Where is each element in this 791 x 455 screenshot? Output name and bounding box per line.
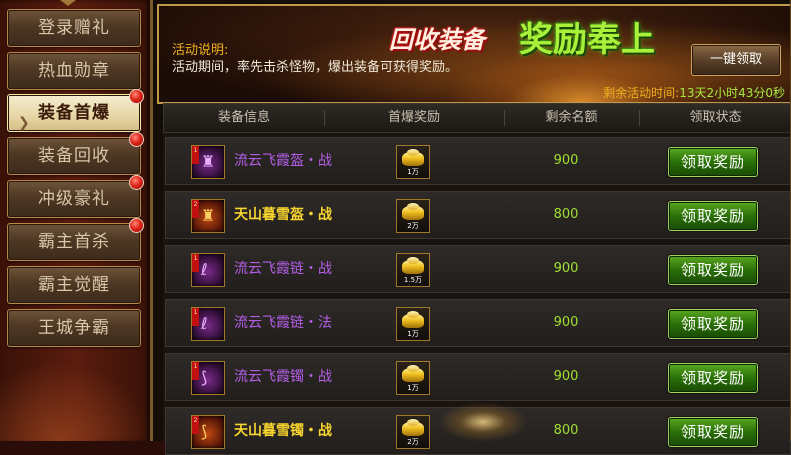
equipment-name: 流云飞霞盔・战 xyxy=(234,153,332,169)
active-arrow-icon: ❯ xyxy=(18,115,31,131)
reward-quantity: 1万 xyxy=(407,384,419,392)
sidebar-item-level-gift[interactable]: 冲级豪礼 xyxy=(7,175,144,218)
reward-quantity: 1万 xyxy=(407,168,419,176)
claim-reward-button[interactable]: 领取奖励 xyxy=(668,201,758,231)
gold-ingot-icon[interactable]: 1万 xyxy=(396,361,430,395)
main-panel: 回收装备 奖励奉上 活动说明: 活动期间，率先击杀怪物，爆出装备可获得奖励。 一… xyxy=(150,0,791,455)
rank-tag: 1 xyxy=(192,146,199,164)
remaining-slots: 800 xyxy=(553,207,579,222)
table-row: 1 ⟆ 流云飞霞镯・战 1万 900 领取奖励 xyxy=(165,353,791,401)
rank-tag: 2 xyxy=(192,200,199,218)
equipment-icon[interactable]: 1 ℓ xyxy=(191,253,225,287)
sidebar-decoration xyxy=(0,361,150,441)
remaining-slots: 900 xyxy=(553,153,579,168)
claim-reward-button[interactable]: 领取奖励 xyxy=(668,255,758,285)
event-banner: 回收装备 奖励奉上 活动说明: 活动期间，率先击杀怪物，爆出装备可获得奖励。 一… xyxy=(157,4,791,104)
equipment-icon[interactable]: 1 ♜ xyxy=(191,145,225,179)
banner-title-recycle: 回收装备 xyxy=(389,26,485,54)
equipment-name: 天山暮雪镯・战 xyxy=(234,423,332,439)
notification-dot-icon xyxy=(129,89,144,104)
necklace-icon: ℓ xyxy=(201,260,208,279)
scroll-up-arrow-icon[interactable] xyxy=(60,0,76,6)
necklace-icon: ℓ xyxy=(201,314,208,333)
activity-description: 活动期间，率先击杀怪物，爆出装备可获得奖励。 xyxy=(172,60,459,75)
column-header-status: 领取状态 xyxy=(689,110,742,125)
reward-quantity: 2万 xyxy=(407,438,419,446)
notification-dot-icon xyxy=(129,218,144,233)
equipment-name: 天山暮雪盔・战 xyxy=(234,207,332,223)
ingot-top xyxy=(407,149,419,156)
column-header-reward: 首爆奖励 xyxy=(387,110,440,125)
sidebar: 登录赠礼 热血勋章 ❯ 装备首爆 装备回收 冲级豪礼 霸主首杀 霸主觉醒 王城争… xyxy=(0,0,150,441)
rank-tag: 1 xyxy=(192,308,199,326)
first-drop-table: 装备信息 首爆奖励 剩余名额 领取状态 1 ♜ 流云飞霞盔・战 1万 900 领… xyxy=(163,103,791,455)
equipment-icon[interactable]: 2 ⟆ xyxy=(191,415,225,449)
sidebar-item-label: 霸主首杀 xyxy=(38,232,110,252)
gold-ingot-icon[interactable]: 1万 xyxy=(396,145,430,179)
ingot-top xyxy=(407,257,419,264)
sidebar-item-label: 王城争霸 xyxy=(38,318,110,338)
notification-dot-icon xyxy=(129,132,144,147)
reward-quantity: 1.5万 xyxy=(403,276,423,284)
sidebar-item-label: 霸主觉醒 xyxy=(38,275,110,295)
equipment-icon[interactable]: 2 ♜ xyxy=(191,199,225,233)
sidebar-item-label: 热血勋章 xyxy=(38,61,110,81)
table-header: 装备信息 首爆奖励 剩余名额 领取状态 xyxy=(163,103,791,133)
column-header-remaining: 剩余名额 xyxy=(545,110,598,125)
remaining-time: 剩余活动时间:13天2小时43分0秒 xyxy=(603,84,785,101)
sidebar-item-label: 装备首爆 xyxy=(38,103,110,123)
sidebar-item-label: 装备回收 xyxy=(38,146,110,166)
column-header-equipment: 装备信息 xyxy=(217,110,270,125)
ingot-top xyxy=(407,311,419,318)
gold-ingot-icon[interactable]: 2万 xyxy=(396,415,430,449)
sidebar-item-equipment-first-drop[interactable]: ❯ 装备首爆 xyxy=(7,89,144,132)
gold-ingot-icon[interactable]: 1.5万 xyxy=(396,253,430,287)
bracelet-icon: ⟆ xyxy=(201,422,208,441)
equipment-name: 流云飞霞镯・战 xyxy=(234,369,332,385)
equipment-name: 流云飞霞链・战 xyxy=(234,261,332,277)
table-row: 1 ℓ 流云飞霞链・法 1万 900 领取奖励 xyxy=(165,299,791,347)
sidebar-item-boss-first-kill[interactable]: 霸主首杀 xyxy=(7,218,144,261)
sidebar-item-label: 冲级豪礼 xyxy=(38,189,110,209)
bracelet-icon: ⟆ xyxy=(201,368,208,387)
claim-all-button[interactable]: 一键领取 xyxy=(691,44,781,76)
gold-ingot-icon[interactable]: 1万 xyxy=(396,307,430,341)
helmet-icon: ♜ xyxy=(201,206,216,225)
ingot-top xyxy=(407,419,419,426)
remaining-slots: 900 xyxy=(553,261,579,276)
helmet-icon: ♜ xyxy=(201,152,216,171)
gold-ingot-icon[interactable]: 2万 xyxy=(396,199,430,233)
ingot-top xyxy=(407,203,419,210)
remaining-slots: 900 xyxy=(553,369,579,384)
sidebar-item-label: 登录赠礼 xyxy=(38,18,110,38)
remaining-time-value: 13天2小时43分0秒 xyxy=(679,86,785,100)
table-row: 1 ℓ 流云飞霞链・战 1.5万 900 领取奖励 xyxy=(165,245,791,293)
equipment-name: 流云飞霞链・法 xyxy=(234,315,332,331)
sidebar-item-login-gift[interactable]: 登录赠礼 xyxy=(7,9,141,47)
remaining-time-label: 剩余活动时间: xyxy=(603,86,680,100)
reward-quantity: 1万 xyxy=(407,330,419,338)
claim-reward-button[interactable]: 领取奖励 xyxy=(668,147,758,177)
sidebar-item-equipment-recycle[interactable]: 装备回收 xyxy=(7,132,144,175)
rank-tag: 1 xyxy=(192,362,199,380)
table-row: 2 ♜ 天山暮雪盔・战 2万 800 领取奖励 xyxy=(165,191,791,239)
sidebar-item-blood-medal[interactable]: 热血勋章 xyxy=(7,52,141,90)
table-row: 1 ♜ 流云飞霞盔・战 1万 900 领取奖励 xyxy=(165,137,791,185)
rank-tag: 2 xyxy=(192,416,199,434)
notification-dot-icon xyxy=(129,175,144,190)
ingot-top xyxy=(407,365,419,372)
remaining-slots: 900 xyxy=(553,315,579,330)
claim-reward-button[interactable]: 领取奖励 xyxy=(668,309,758,339)
banner-title-reward: 奖励奉上 xyxy=(519,20,655,60)
equipment-icon[interactable]: 1 ⟆ xyxy=(191,361,225,395)
equipment-icon[interactable]: 1 ℓ xyxy=(191,307,225,341)
rank-tag: 1 xyxy=(192,254,199,272)
table-row: 2 ⟆ 天山暮雪镯・战 2万 800 领取奖励 xyxy=(165,407,791,455)
sidebar-item-city-war[interactable]: 王城争霸 xyxy=(7,309,141,347)
reward-quantity: 2万 xyxy=(407,222,419,230)
claim-reward-button[interactable]: 领取奖励 xyxy=(668,363,758,393)
sidebar-item-boss-awaken[interactable]: 霸主觉醒 xyxy=(7,266,141,304)
remaining-slots: 800 xyxy=(553,423,579,438)
claim-reward-button[interactable]: 领取奖励 xyxy=(668,417,758,447)
